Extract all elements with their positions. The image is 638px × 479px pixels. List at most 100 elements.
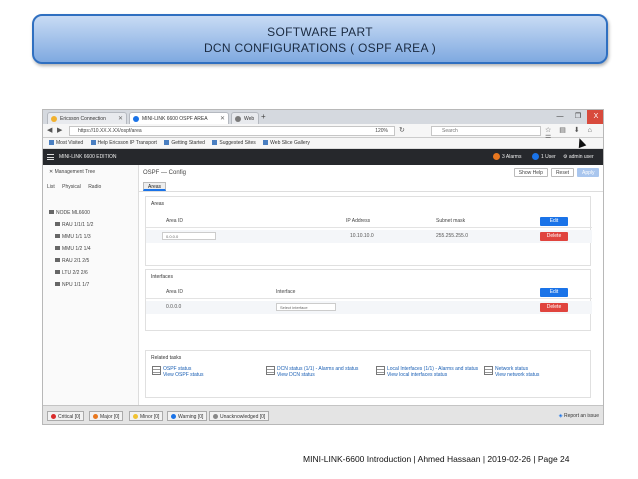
slide-title-line1: SOFTWARE PART [267,25,373,39]
column-header[interactable]: IP Address [346,218,370,224]
forward-icon[interactable]: ▶ [57,126,62,134]
tree-item[interactable]: NODE ML6600 [49,207,93,219]
interface-select[interactable]: Select interface [276,303,336,311]
tab-areas[interactable]: Areas [143,182,167,191]
major-alarms[interactable]: Major [0] [89,411,124,421]
report-icon [484,366,493,375]
table-row[interactable]: 0.0.0.0 10.10.10.0 255.255.255.0 Delete [146,230,592,243]
bookmark-icon [164,140,170,145]
critical-icon [51,414,56,419]
tree-item-label: MMU 1/1 1/3 [62,234,91,240]
slide-footer: MINI-LINK-6600 Introduction | Ahmed Hass… [303,454,570,464]
major-icon [93,414,98,419]
related-task-link[interactable]: Local Interfaces (1/1) - Alarms and stat… [376,366,478,378]
related-task-link[interactable]: DCN status (1/1) - Alarms and status View… [266,366,358,378]
app-header: MINI-LINK 6600 EDITION 3 Alarms 1 User ⚙… [43,149,603,165]
alarm-status-bar: Critical [0] Major [0] Minor [0] Warning… [43,405,603,424]
search-input[interactable]: Search [431,126,541,136]
bookmark-item[interactable]: Help Ericsson IP Transport [90,138,157,149]
area-id-field[interactable]: 0.0.0.0 [162,232,216,240]
panel-tabs: List Physical Radio [47,184,107,190]
panel-title-label: Management Tree [54,169,96,175]
bookmark-icon [212,140,218,145]
panel-title: ✕ Management Tree [49,169,95,175]
bookmark-icon [90,140,96,145]
section-title: Related tasks [151,355,182,361]
section-title: Interfaces [151,274,173,280]
maximize-button[interactable]: ❐ [569,110,587,124]
unit-icon [55,246,60,250]
minor-alarms[interactable]: Minor [0] [129,411,164,421]
users-indicator[interactable]: 1 User [532,149,556,165]
tree-item[interactable]: MMU 1/1 1/3 [49,231,93,243]
tree-item[interactable]: LTU 2/2 2/6 [49,267,93,279]
bookmark-item[interactable]: Getting Started [164,138,205,149]
unacknowledged-alarms[interactable]: Unacknowledged [0] [209,411,270,421]
column-header[interactable]: Area ID [166,289,183,295]
tab-list[interactable]: List [47,184,55,190]
close-tab-icon[interactable]: ✕ [118,113,123,124]
browser-screenshot: Ericsson Connection ✕ MINI-LINK 6600 OSP… [42,109,604,425]
related-task-link[interactable]: Network status View network status [484,366,539,378]
alarms-indicator[interactable]: 3 Alarms [493,149,521,165]
slide-title-line2: DCN CONFIGURATIONS ( OSPF AREA ) [203,41,437,55]
interfaces-table-header: Area ID Interface Edit [146,286,592,299]
window-controls: — ❐ X [551,110,603,124]
column-header[interactable]: Area ID [166,218,183,224]
warning-icon [51,116,57,122]
minimize-button[interactable]: — [551,110,569,124]
tree-item[interactable]: MMU 1/2 1/4 [49,243,93,255]
tree-item[interactable]: RAU 2/1 2/5 [49,255,93,267]
browser-tab-3[interactable]: Web [231,112,259,124]
close-tab-icon[interactable]: ✕ [220,113,225,124]
slide-title-box: SOFTWARE PART DCN CONFIGURATIONS ( OSPF … [32,14,608,64]
bookmark-label: Most Visited [56,140,84,146]
critical-alarms[interactable]: Critical [0] [47,411,85,421]
tab-radio[interactable]: Radio [88,184,101,190]
bookmark-label: Suggested Sites [219,140,256,146]
browser-tab-2[interactable]: MINI-LINK 6600 OSPF AREA ✕ [129,112,229,124]
tree-item[interactable]: RAU 1/1/1 1/2 [49,219,93,231]
new-tab-button[interactable]: + [261,112,266,122]
report-issue-link[interactable]: ◈ Report an issue [559,413,599,419]
interfaces-delete-button[interactable]: Delete [540,303,568,312]
bookmark-item[interactable]: Most Visited [49,138,83,149]
task-line2: View DCN status [277,372,315,378]
bookmark-icon [263,140,269,145]
back-icon[interactable]: ◀ [47,126,52,134]
url-bar[interactable]: https://10.XX.X.XX/ospf/area 120% [69,126,395,136]
browser-tab-1[interactable]: Ericsson Connection ✕ [47,112,127,124]
column-header[interactable]: Interface [276,289,295,295]
tree-item-label: NODE ML6600 [56,210,90,216]
menu-icon[interactable] [47,154,54,160]
column-header[interactable]: Subnet mask [436,218,465,224]
ip-address-value: 10.10.10.0 [350,233,374,239]
reset-button[interactable]: Reset [550,168,574,177]
tree-item-label: NPU 1/1 1/7 [62,282,90,288]
main-content: OSPF — Config Show Help Reset Apply Area… [139,165,603,405]
user-menu[interactable]: ⚙ admin user [563,149,594,165]
show-help-button[interactable]: Show Help [513,168,548,177]
minor-icon [133,414,138,419]
browser-tab-label: Web [244,116,255,122]
warning-alarms[interactable]: Warning [0] [167,411,208,421]
areas-delete-button[interactable]: Delete [540,232,568,241]
table-row[interactable]: 0.0.0.0 Select interface Delete [146,301,592,314]
ericsson-icon [133,116,139,122]
app-brand: MINI-LINK 6600 EDITION [59,154,117,160]
areas-edit-button[interactable]: Edit [540,217,568,226]
refresh-icon[interactable]: ↻ [399,126,405,134]
tab-physical[interactable]: Physical [62,184,81,190]
bookmark-item[interactable]: Suggested Sites [212,138,256,149]
related-task-link[interactable]: OSPF status View OSPF status [152,366,203,378]
apply-button[interactable]: Apply [577,168,599,177]
interfaces-edit-button[interactable]: Edit [540,288,568,297]
report-icon [152,366,161,375]
interfaces-section: Interfaces Area ID Interface Edit 0.0.0.… [145,269,592,331]
related-tasks-section: Related tasks OSPF status View OSPF statu… [145,350,591,398]
tree-item[interactable]: NPU 1/1 1/7 [49,279,93,291]
report-label: Report an issue [563,413,599,419]
zoom-level[interactable]: 120% [375,127,388,136]
close-window-button[interactable]: X [587,110,603,124]
bookmark-item[interactable]: Web Slice Gallery [263,138,310,149]
